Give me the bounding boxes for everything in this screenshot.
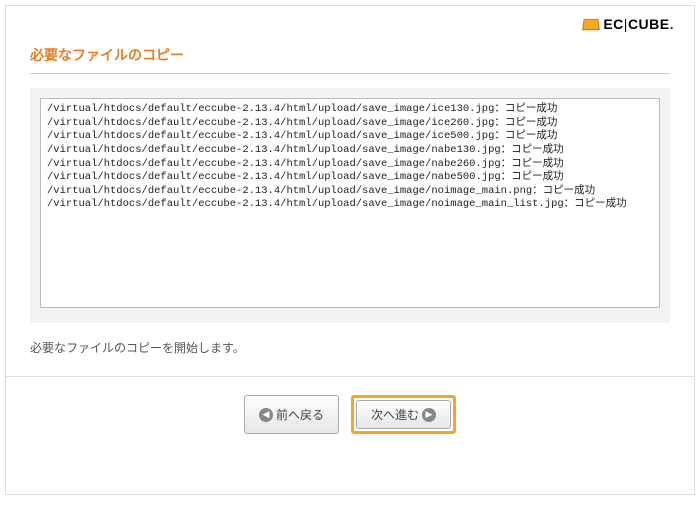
arrow-left-icon: ◀ [259,408,273,422]
description-text: 必要なファイルのコピーを開始します。 [6,323,694,376]
next-button[interactable]: 次へ進む ▶ [356,400,451,429]
back-button-label: 前へ戻る [276,406,324,423]
eccube-logo-icon [582,19,600,30]
next-button-label: 次へ進む [371,406,419,423]
header: EC|CUBE. [6,6,694,37]
log-area [30,88,670,323]
arrow-right-icon: ▶ [422,408,436,422]
logo-text: EC|CUBE. [603,16,674,32]
button-row: ◀ 前へ戻る 次へ進む ▶ [6,377,694,452]
back-button[interactable]: ◀ 前へ戻る [244,395,339,434]
copy-log-textarea[interactable] [40,98,660,308]
title-divider [30,73,670,74]
installer-panel: EC|CUBE. 必要なファイルのコピー 必要なファイルのコピーを開始します。 … [5,5,695,495]
next-button-highlight: 次へ進む ▶ [351,395,456,434]
logo: EC|CUBE. [583,16,674,32]
page-title: 必要なファイルのコピー [6,37,694,73]
